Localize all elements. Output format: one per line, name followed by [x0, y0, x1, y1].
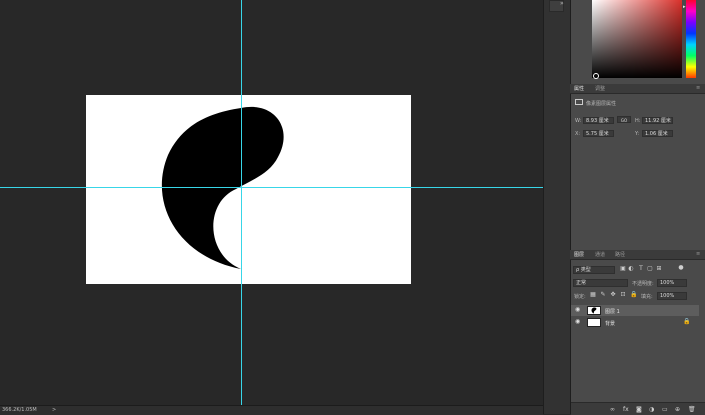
layer-name: 图层 1	[605, 309, 620, 315]
tab-properties[interactable]: 属性	[574, 85, 584, 92]
tab-paths[interactable]: 路径	[615, 251, 625, 258]
height-label: H:	[635, 118, 641, 124]
opacity-field[interactable]: 100%	[657, 279, 687, 287]
eye-icon[interactable]: ◉	[575, 307, 582, 313]
tab-channels[interactable]: 通道	[595, 251, 605, 258]
fill-label: 填充:	[641, 294, 653, 300]
tab-adjustments[interactable]: 调整	[595, 85, 605, 92]
mask-icon[interactable]: ◙	[636, 406, 642, 413]
status-arrow[interactable]: >	[52, 407, 56, 413]
guide-horizontal[interactable]	[0, 187, 543, 188]
filter-type-icon[interactable]: T	[638, 266, 644, 272]
lock-pixels-icon[interactable]: ✎	[600, 292, 606, 298]
filter-shape-icon[interactable]: ▢	[647, 266, 653, 272]
panel-strip	[543, 0, 571, 414]
menu-icon[interactable]: ≡	[696, 85, 700, 91]
black-yin-shape	[161, 106, 284, 269]
layers-bottom-bar: ∞ fx ◙ ◑ ▭ ⊕ 🗑	[571, 402, 705, 415]
fill-field[interactable]: 100%	[657, 292, 687, 300]
width-label: W:	[575, 118, 582, 124]
hue-slider-handle[interactable]: ▸	[683, 4, 686, 10]
blend-mode-select[interactable]: 正常	[573, 279, 628, 287]
lock-icon[interactable]: 🔒	[630, 292, 637, 298]
tab-layers[interactable]: 图层	[574, 251, 584, 258]
lock-label: 锁定:	[574, 294, 586, 300]
layer-thumbnail	[587, 306, 601, 315]
opacity-label: 不透明度:	[632, 281, 654, 287]
document-info: 366.2K/1.05M	[2, 407, 37, 413]
layer-thumbnail	[587, 318, 601, 327]
menu-icon[interactable]: ≡	[696, 251, 700, 257]
y-label: Y:	[635, 131, 640, 137]
y-field[interactable]: 1.06 厘米	[642, 130, 673, 137]
link-icon[interactable]: GO	[617, 116, 631, 123]
link-layers-icon[interactable]: ∞	[610, 406, 615, 413]
properties-type-label: 像素图层属性	[586, 101, 617, 107]
fx-icon[interactable]: fx	[623, 406, 629, 413]
lock-artboard-icon[interactable]: ⊡	[620, 292, 626, 298]
lock-icon[interactable]: 🔒	[683, 319, 690, 325]
hue-slider[interactable]	[686, 0, 696, 78]
folder-icon[interactable]: ▭	[662, 406, 668, 413]
filter-adjust-icon[interactable]: ◐	[628, 266, 634, 272]
collapse-arrows-icon[interactable]: »	[560, 0, 564, 7]
lock-transparent-icon[interactable]: ▦	[590, 292, 596, 298]
x-label: X:	[575, 131, 581, 137]
layer-row-background[interactable]: ◉ 背景 🔒	[571, 317, 699, 328]
filter-smart-icon[interactable]: ⊞	[656, 266, 662, 272]
layers-header: 图层 通道 路径 ≡	[570, 250, 705, 260]
guide-vertical[interactable]	[241, 0, 242, 405]
layer-filter-select[interactable]: ρ 类型	[573, 266, 615, 274]
filter-pixel-icon[interactable]: ▣	[620, 266, 626, 272]
height-field[interactable]: 11.92 厘米	[642, 117, 673, 124]
document-canvas[interactable]	[86, 95, 411, 284]
filter-toggle-icon[interactable]: ●	[678, 265, 684, 271]
layer-row-1[interactable]: ◉ 图层 1	[571, 305, 699, 316]
lock-position-icon[interactable]: ✥	[610, 292, 616, 298]
width-field[interactable]: 8.93 厘米	[583, 117, 614, 124]
x-field[interactable]: 5.75 厘米	[583, 130, 614, 137]
properties-header: 属性 调整 ≡	[570, 84, 705, 94]
color-field[interactable]	[592, 0, 682, 78]
color-picker-cursor[interactable]	[593, 73, 599, 79]
adjustment-layer-icon[interactable]: ◑	[649, 406, 654, 413]
layer-name: 背景	[605, 321, 616, 327]
new-layer-icon[interactable]: ⊕	[675, 406, 680, 413]
eye-icon[interactable]: ◉	[575, 319, 582, 325]
trash-icon[interactable]: 🗑	[688, 406, 696, 413]
pixel-layer-icon	[575, 99, 583, 105]
